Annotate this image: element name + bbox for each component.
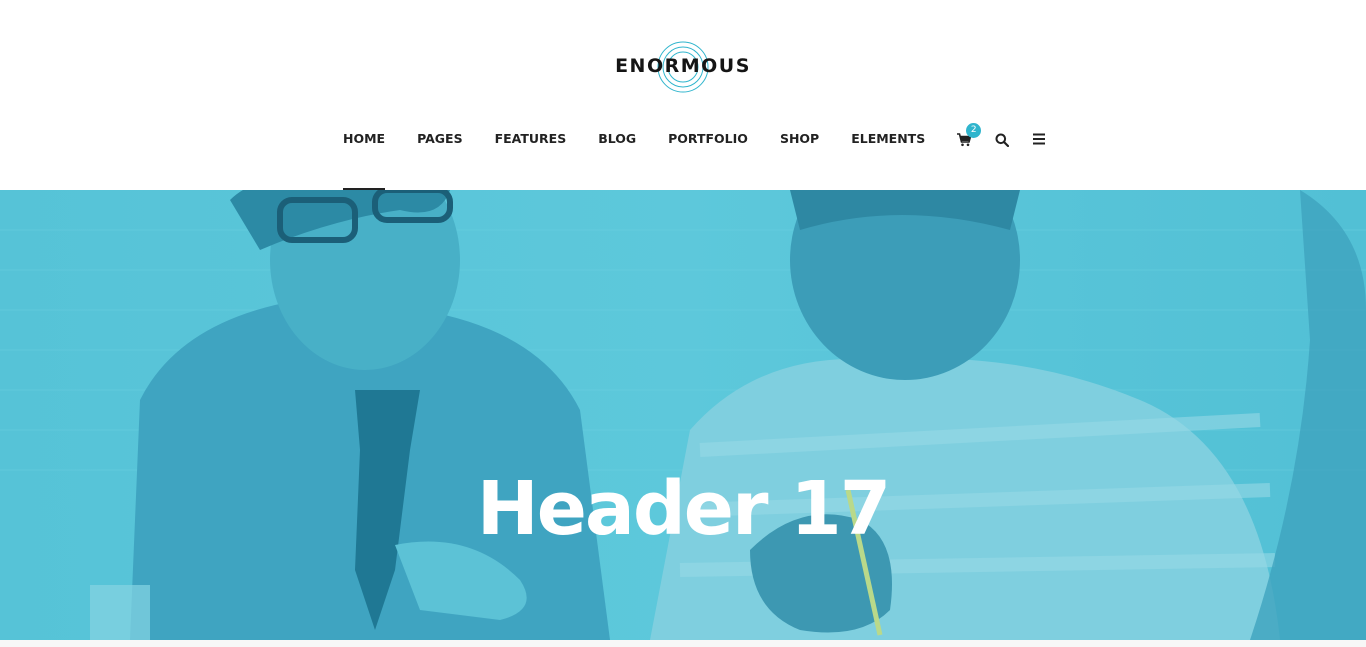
hero-background-photo xyxy=(0,190,1366,640)
nav-item-home[interactable]: HOME xyxy=(343,130,386,190)
main-nav: HOME PAGES FEATURES BLOG PORTFOLIO SHOP … xyxy=(343,123,1071,190)
nav-item-shop[interactable]: SHOP xyxy=(780,130,819,190)
cart-count-badge: 2 xyxy=(966,123,982,138)
hero-banner: Header 17 xyxy=(0,190,1366,640)
site-header: ENORMOUS HOME PAGES FEATURES BLOG PORTFO… xyxy=(0,0,1366,190)
hero-title: Header 17 xyxy=(476,465,891,552)
nav-item-blog[interactable]: BLOG xyxy=(598,130,636,190)
section-divider xyxy=(0,640,1366,647)
search-button[interactable] xyxy=(995,130,1011,148)
logo[interactable]: ENORMOUS xyxy=(603,36,763,96)
nav-item-features[interactable]: FEATURES xyxy=(495,130,567,190)
search-icon xyxy=(995,133,1010,147)
menu-button[interactable] xyxy=(1033,130,1049,148)
cart-button[interactable]: 2 xyxy=(957,123,982,148)
hamburger-menu-icon xyxy=(1033,133,1046,145)
nav-item-portfolio[interactable]: PORTFOLIO xyxy=(668,130,748,190)
nav-item-pages[interactable]: PAGES xyxy=(417,130,463,190)
brand-name: ENORMOUS xyxy=(615,55,751,77)
nav-item-elements[interactable]: ELEMENTS xyxy=(851,130,925,190)
